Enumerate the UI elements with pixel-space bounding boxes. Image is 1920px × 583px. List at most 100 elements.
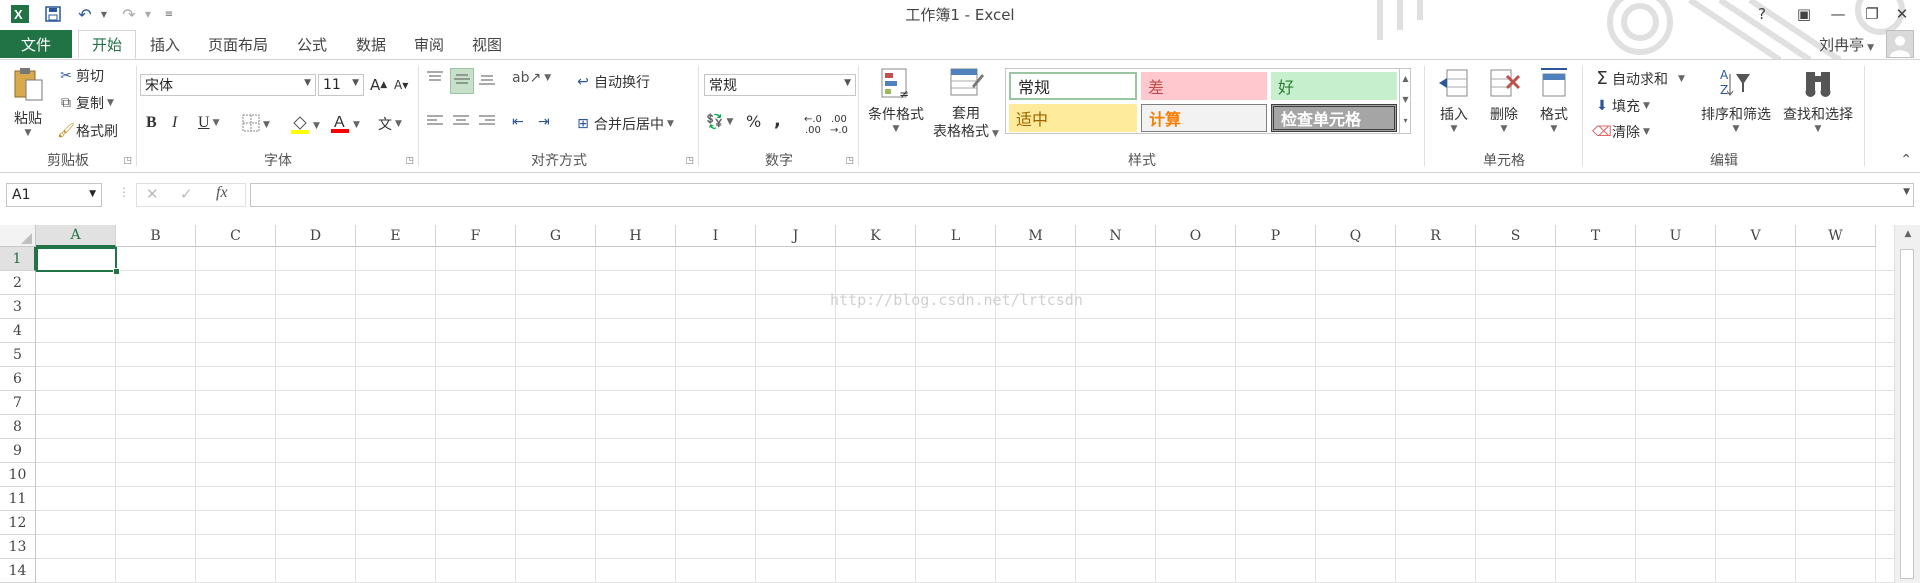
comma-style-button[interactable]: ,: [774, 110, 781, 131]
tab-formulas[interactable]: 公式: [288, 30, 336, 58]
formula-bar-grip-icon[interactable]: ⋮: [118, 185, 130, 199]
format-as-table-button[interactable]: 套用 表格格式 ▼: [928, 66, 1004, 143]
insert-cells-button[interactable]: 插入 ▼: [1430, 66, 1478, 134]
name-box[interactable]: A1 ▼: [6, 183, 102, 207]
dialog-launcher-icon[interactable]: ◳: [845, 156, 854, 166]
select-all-button[interactable]: [0, 225, 36, 247]
wrap-text-button[interactable]: ↩ 自动换行: [572, 72, 650, 92]
row-header-7[interactable]: 7: [0, 391, 36, 415]
tab-page-layout[interactable]: 页面布局: [200, 30, 276, 58]
row-header-12[interactable]: 12: [0, 511, 36, 535]
row-header-6[interactable]: 6: [0, 367, 36, 391]
column-header-u[interactable]: U: [1636, 225, 1716, 247]
font-size-select[interactable]: 11 ▼: [318, 74, 364, 96]
align-left-button[interactable]: [426, 114, 444, 132]
active-cell-a1[interactable]: [36, 247, 117, 272]
vertical-scrollbar[interactable]: ▲: [1894, 225, 1920, 583]
style-bad[interactable]: 差: [1141, 72, 1267, 100]
row-header-2[interactable]: 2: [0, 271, 36, 295]
column-header-q[interactable]: Q: [1316, 225, 1396, 247]
row-header-11[interactable]: 11: [0, 487, 36, 511]
increase-decimal-button[interactable]: ←.0.00: [804, 114, 822, 136]
column-header-r[interactable]: R: [1396, 225, 1476, 247]
copy-button[interactable]: ⧉ 复制 ▼: [56, 93, 114, 113]
avatar[interactable]: [1886, 30, 1914, 58]
column-header-s[interactable]: S: [1476, 225, 1556, 247]
row-header-1[interactable]: 1: [0, 247, 36, 271]
merge-center-button[interactable]: ⊞ 合并后居中 ▼: [572, 114, 674, 134]
column-header-l[interactable]: L: [916, 225, 996, 247]
column-header-o[interactable]: O: [1156, 225, 1236, 247]
style-good[interactable]: 好: [1271, 72, 1397, 100]
column-header-v[interactable]: V: [1716, 225, 1796, 247]
italic-button[interactable]: I: [172, 114, 177, 132]
paste-button[interactable]: 粘贴 ▼: [8, 66, 48, 146]
font-color-button[interactable]: A ▼: [330, 112, 360, 138]
row-header-13[interactable]: 13: [0, 535, 36, 559]
align-bottom-button[interactable]: [478, 70, 496, 90]
column-header-m[interactable]: M: [996, 225, 1076, 247]
tab-file[interactable]: 文件: [0, 30, 72, 58]
column-header-e[interactable]: E: [356, 225, 436, 247]
number-format-select[interactable]: 常规 ▼: [704, 74, 856, 96]
gallery-more-icon[interactable]: ▾: [1400, 110, 1411, 131]
column-header-d[interactable]: D: [276, 225, 356, 247]
row-header-4[interactable]: 4: [0, 319, 36, 343]
column-header-g[interactable]: G: [516, 225, 596, 247]
dialog-launcher-icon[interactable]: ◳: [685, 156, 694, 166]
clear-button[interactable]: ⌫ 清除 ▼: [1592, 122, 1650, 142]
tab-review[interactable]: 审阅: [406, 30, 452, 58]
phonetic-guide-button[interactable]: 文 ▼: [378, 114, 402, 134]
style-check-cell[interactable]: 检查单元格: [1271, 104, 1397, 132]
align-top-button[interactable]: [426, 70, 444, 90]
delete-cells-button[interactable]: 删除 ▼: [1480, 66, 1528, 134]
enter-icon[interactable]: ✓: [180, 185, 193, 203]
increase-indent-button[interactable]: ⇥: [538, 114, 550, 130]
column-header-p[interactable]: P: [1236, 225, 1316, 247]
column-header-b[interactable]: B: [116, 225, 196, 247]
accounting-format-button[interactable]: 💱 ▼: [706, 114, 733, 130]
autosum-button[interactable]: Σ 自动求和 ▼: [1592, 68, 1685, 89]
borders-button[interactable]: ▼: [242, 114, 270, 136]
underline-button[interactable]: U ▼: [198, 114, 219, 132]
column-header-i[interactable]: I: [676, 225, 756, 247]
help-button[interactable]: ?: [1748, 2, 1776, 26]
row-header-9[interactable]: 9: [0, 439, 36, 463]
row-header-14[interactable]: 14: [0, 559, 36, 583]
user-name[interactable]: 刘冉亭 ▼: [1819, 34, 1874, 55]
font-name-select[interactable]: 宋体 ▼: [140, 74, 316, 96]
conditional-formatting-button[interactable]: ≠ 条件格式 ▼: [864, 66, 928, 134]
dialog-launcher-icon[interactable]: ◳: [123, 156, 132, 166]
column-header-j[interactable]: J: [756, 225, 836, 247]
gallery-up-icon[interactable]: ▲: [1400, 68, 1411, 89]
row-header-5[interactable]: 5: [0, 343, 36, 367]
column-header-a[interactable]: A: [36, 225, 116, 247]
align-right-button[interactable]: [478, 114, 496, 132]
align-middle-button[interactable]: [450, 68, 474, 94]
grow-font-button[interactable]: A ▲: [370, 76, 387, 94]
row-header-8[interactable]: 8: [0, 415, 36, 439]
percent-style-button[interactable]: %: [746, 112, 761, 131]
column-header-t[interactable]: T: [1556, 225, 1636, 247]
restore-button[interactable]: ❐: [1858, 2, 1886, 26]
format-cells-button[interactable]: 格式 ▼: [1530, 66, 1578, 134]
column-header-f[interactable]: F: [436, 225, 516, 247]
bold-button[interactable]: B: [146, 114, 157, 132]
tab-view[interactable]: 视图: [464, 30, 510, 58]
fill-color-button[interactable]: ▼: [290, 114, 320, 138]
fill-handle[interactable]: [113, 268, 120, 275]
close-button[interactable]: ✕: [1888, 2, 1916, 26]
style-calculation[interactable]: 计算: [1141, 104, 1267, 132]
cut-button[interactable]: ✂ 剪切: [56, 66, 104, 86]
expand-formula-bar-icon[interactable]: ▼: [1903, 187, 1910, 197]
decrease-indent-button[interactable]: ⇤: [512, 114, 524, 130]
column-header-w[interactable]: W: [1796, 225, 1876, 247]
find-select-button[interactable]: 查找和选择 ▼: [1778, 66, 1858, 134]
column-header-n[interactable]: N: [1076, 225, 1156, 247]
format-painter-button[interactable]: 🖌 格式刷: [56, 121, 118, 141]
tab-data[interactable]: 数据: [348, 30, 394, 58]
tab-insert[interactable]: 插入: [140, 30, 190, 58]
tab-home[interactable]: 开始: [78, 30, 136, 59]
scroll-up-icon[interactable]: ▲: [1901, 229, 1915, 243]
dialog-launcher-icon[interactable]: ◳: [405, 156, 414, 166]
